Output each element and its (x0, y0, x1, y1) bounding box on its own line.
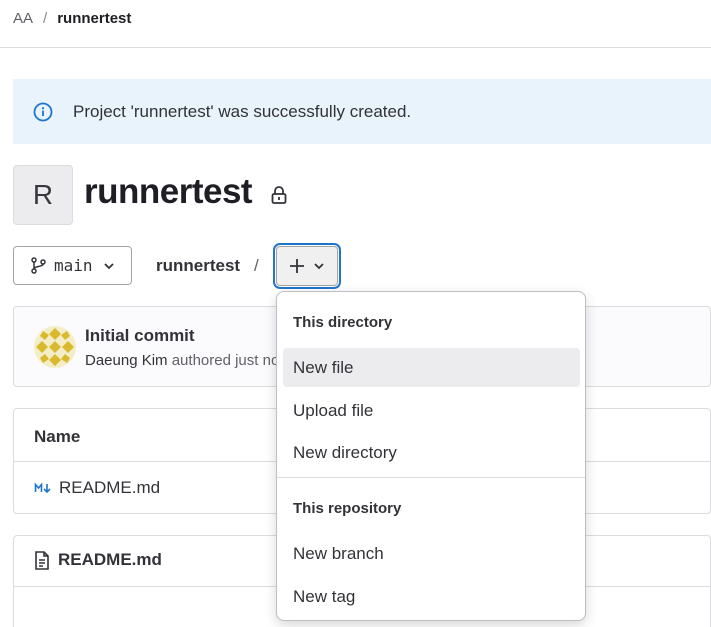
add-to-tree-dropdown: This directory New file Upload file New … (276, 291, 586, 621)
project-avatar-letter: R (32, 179, 54, 210)
breadcrumb-root-link[interactable]: AA (13, 10, 33, 27)
success-alert: Project 'runnertest' was successfully cr… (13, 79, 711, 144)
add-to-tree-button[interactable] (276, 246, 338, 286)
commit-title-link[interactable]: Initial commit (85, 326, 195, 346)
lock-icon (270, 185, 288, 205)
breadcrumb-current-link[interactable]: runnertest (57, 10, 131, 27)
info-icon (33, 102, 53, 122)
dropdown-header-this-directory: This directory (293, 314, 393, 331)
dropdown-divider (277, 477, 585, 478)
menu-item-new-file[interactable]: New file (283, 348, 580, 387)
project-title: runnertest (84, 172, 253, 211)
branch-name: main (54, 256, 93, 275)
chevron-down-icon (313, 260, 325, 272)
table-row[interactable]: README.md (34, 478, 160, 498)
commit-meta: Daeung Kim authored just now (85, 352, 285, 369)
breadcrumb-separator: / (43, 10, 48, 27)
user-avatar[interactable] (34, 326, 76, 368)
column-header-name: Name (34, 427, 81, 446)
branch-selector-button[interactable]: main (13, 246, 132, 285)
commit-author-link[interactable]: Daeung Kim (85, 352, 168, 369)
branch-icon (30, 257, 47, 274)
menu-item-new-tag[interactable]: New tag (283, 577, 580, 616)
menu-item-upload-file[interactable]: Upload file (283, 391, 580, 430)
breadcrumb: AA / runnertest (13, 10, 131, 27)
menu-item-new-branch[interactable]: New branch (283, 534, 580, 573)
file-name-link[interactable]: README.md (59, 478, 160, 498)
markdown-icon (34, 481, 52, 495)
repo-path-separator: / (254, 256, 259, 275)
dropdown-header-this-repository: This repository (293, 500, 402, 517)
alert-message: Project 'runnertest' was successfully cr… (73, 101, 412, 121)
chevron-down-icon (103, 260, 115, 272)
header-divider (0, 47, 711, 48)
repo-path-link[interactable]: runnertest (156, 256, 240, 276)
readme-header: README.md (34, 550, 162, 570)
commit-meta-suffix: authored just now (171, 352, 285, 369)
doc-icon (34, 550, 50, 570)
project-avatar: R (13, 165, 73, 225)
menu-item-new-directory[interactable]: New directory (283, 433, 580, 472)
plus-icon (289, 258, 305, 274)
readme-title: README.md (58, 550, 162, 569)
